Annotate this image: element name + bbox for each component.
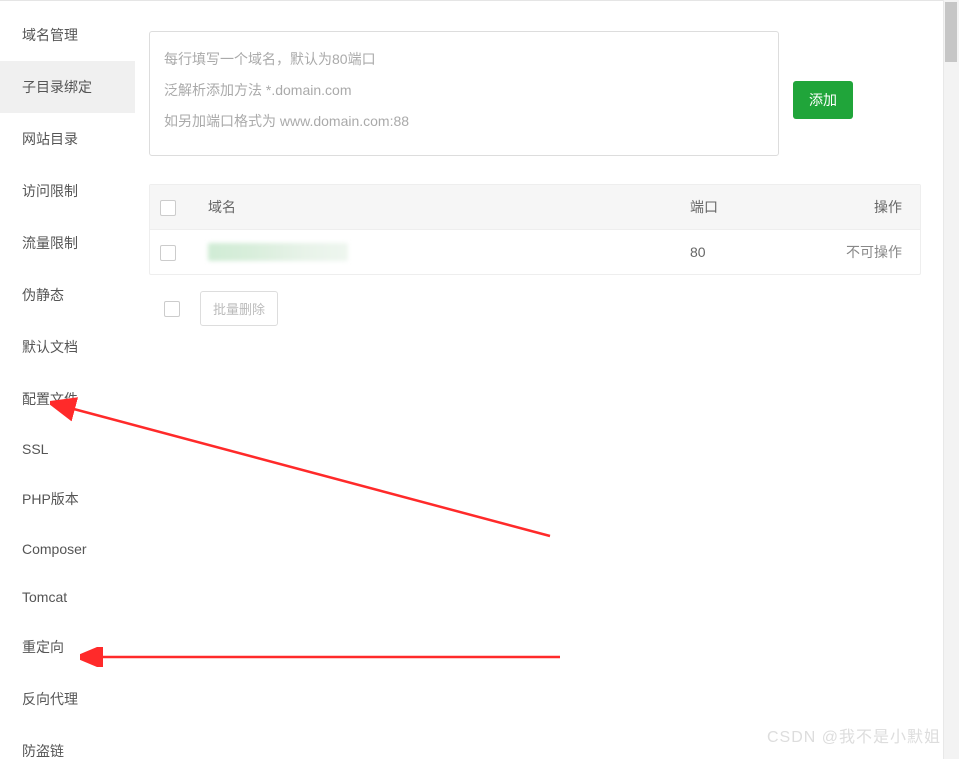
domain-textarea[interactable]: [149, 31, 779, 156]
sidebar-item-domain-mgmt[interactable]: 域名管理: [0, 9, 135, 61]
main-content: 添加 域名 端口 操作: [135, 1, 959, 759]
sidebar-item-composer[interactable]: Composer: [0, 525, 135, 573]
sidebar-item-label: 反向代理: [22, 691, 78, 707]
sidebar-item-traffic-limit[interactable]: 流量限制: [0, 217, 135, 269]
add-button[interactable]: 添加: [793, 81, 853, 119]
sidebar-item-ssl[interactable]: SSL: [0, 425, 135, 473]
header-checkbox-cell: [150, 185, 198, 230]
select-all-checkbox[interactable]: [160, 200, 176, 216]
sidebar-item-access-limit[interactable]: 访问限制: [0, 165, 135, 217]
sidebar-item-php-version[interactable]: PHP版本: [0, 473, 135, 525]
row-port-cell: 80: [680, 230, 800, 275]
sidebar-item-label: 网站目录: [22, 131, 78, 147]
header-domain: 域名: [198, 185, 680, 230]
domain-input-row: 添加: [149, 31, 945, 156]
sidebar-item-label: 默认文档: [22, 339, 78, 355]
bulk-select-checkbox[interactable]: [164, 301, 180, 317]
sidebar-item-label: 流量限制: [22, 235, 78, 251]
annotation-arrow-reverse-proxy: [80, 647, 570, 667]
app-container: 域名管理 子目录绑定 网站目录 访问限制 流量限制 伪静态 默认文档 配置文件 …: [0, 0, 959, 759]
sidebar-item-label: 配置文件: [22, 391, 78, 407]
header-action: 操作: [800, 185, 920, 230]
sidebar-item-pseudo-static[interactable]: 伪静态: [0, 269, 135, 321]
sidebar-item-subdir-bind[interactable]: 子目录绑定: [0, 61, 135, 113]
scrollbar-thumb[interactable]: [945, 2, 957, 62]
header-port: 端口: [680, 185, 800, 230]
sidebar-item-label: Composer: [22, 541, 87, 557]
domain-table-wrap: 域名 端口 操作 80 不可操作: [149, 184, 921, 275]
sidebar-item-site-dir[interactable]: 网站目录: [0, 113, 135, 165]
sidebar-item-label: 子目录绑定: [22, 79, 92, 95]
sidebar-item-label: Tomcat: [22, 589, 67, 605]
sidebar-item-default-doc[interactable]: 默认文档: [0, 321, 135, 373]
row-domain-cell: [198, 230, 680, 275]
sidebar-item-redirect[interactable]: 重定向: [0, 621, 135, 673]
bulk-delete-button[interactable]: 批量删除: [200, 291, 278, 326]
sidebar-item-label: 访问限制: [22, 183, 78, 199]
scrollbar-track[interactable]: [943, 0, 959, 759]
sidebar-item-hotlink[interactable]: 防盗链: [0, 725, 135, 777]
row-checkbox-cell: [150, 230, 198, 275]
table-header-row: 域名 端口 操作: [150, 185, 920, 230]
sidebar-item-label: 伪静态: [22, 287, 64, 303]
sidebar-item-label: 防盗链: [22, 743, 64, 759]
row-checkbox[interactable]: [160, 245, 176, 261]
domain-value-blurred: [208, 243, 348, 261]
table-row: 80 不可操作: [150, 230, 920, 275]
sidebar-item-reverse-proxy[interactable]: 反向代理: [0, 673, 135, 725]
row-action-cell: 不可操作: [800, 230, 920, 275]
domain-table: 域名 端口 操作 80 不可操作: [150, 185, 920, 274]
sidebar-item-label: PHP版本: [22, 491, 79, 507]
sidebar: 域名管理 子目录绑定 网站目录 访问限制 流量限制 伪静态 默认文档 配置文件 …: [0, 1, 135, 759]
sidebar-item-label: SSL: [22, 441, 48, 457]
bulk-action-row: 批量删除: [149, 291, 945, 326]
sidebar-item-tomcat[interactable]: Tomcat: [0, 573, 135, 621]
sidebar-item-label: 重定向: [22, 639, 64, 655]
sidebar-item-label: 域名管理: [22, 27, 78, 43]
sidebar-item-config-file[interactable]: 配置文件: [0, 373, 135, 425]
